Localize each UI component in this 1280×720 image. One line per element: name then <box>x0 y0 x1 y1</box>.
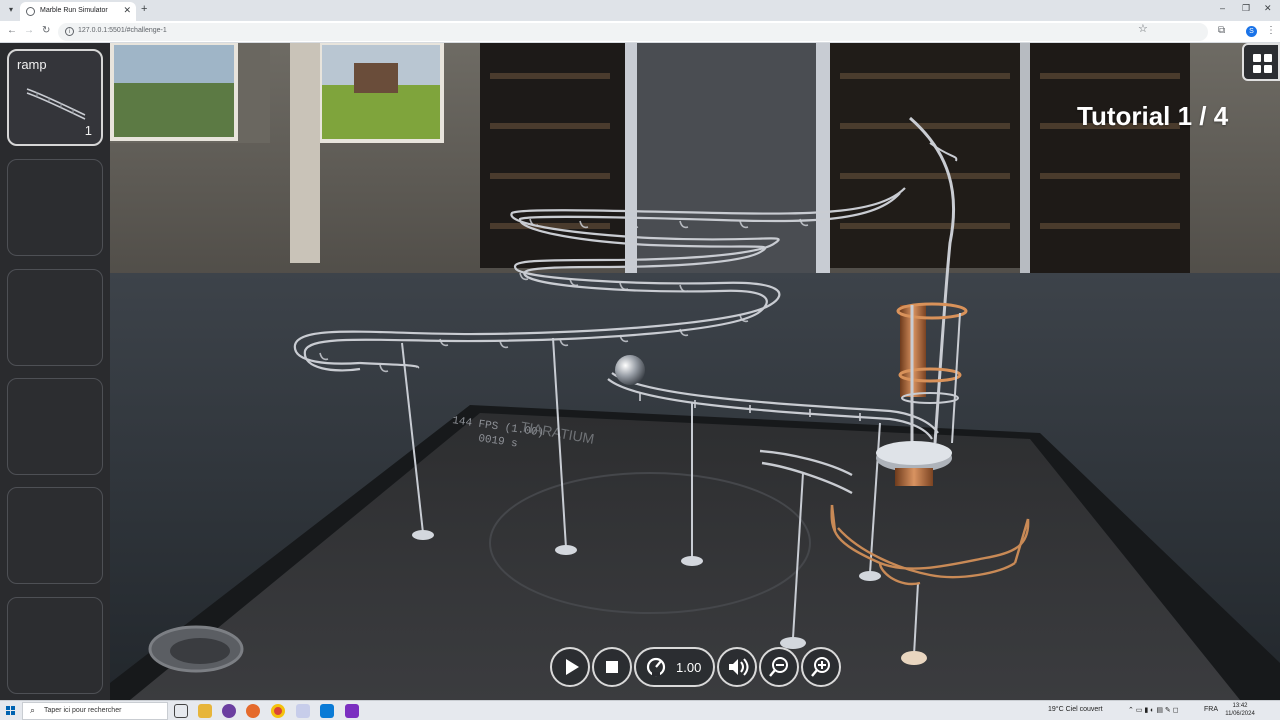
speed-button[interactable]: 1.00 <box>634 647 715 687</box>
windows-taskbar: ⌕ Taper ici pour rechercher 19°C Ciel co… <box>0 700 1280 720</box>
search-icon: ⌕ <box>30 705 36 715</box>
simulation-viewport[interactable]: 144 FPS (1.00) 0019 s TIARATIUM Tutorial… <box>0 43 1280 700</box>
speed-value: 1.00 <box>676 660 702 675</box>
weather-text[interactable]: 19°C Ciel couvert <box>1048 706 1103 713</box>
window-close-icon[interactable]: ✕ <box>1264 3 1272 14</box>
browser-toolbar: ← → ↻ i 127.0.0.1:5501/#challenge-1 ☆ ⧉ … <box>0 21 1280 43</box>
extensions-icon[interactable]: ⧉ <box>1218 25 1225 36</box>
bookmark-star-icon[interactable]: ☆ <box>1138 22 1148 35</box>
site-info-icon[interactable]: i <box>65 27 74 36</box>
language-indicator[interactable]: FRA <box>1204 706 1218 713</box>
address-bar[interactable]: i 127.0.0.1:5501/#challenge-1 <box>58 23 1208 41</box>
clock-date: 11/06/2024 <box>1225 711 1255 717</box>
reload-icon[interactable]: ↻ <box>42 25 50 36</box>
part-slot-empty[interactable] <box>7 269 103 366</box>
parts-sidebar: ramp 1 <box>0 43 110 700</box>
clock[interactable]: 13:42 11/06/2024 <box>1220 702 1260 718</box>
tab-title: Marble Run Simulator <box>40 7 108 14</box>
speaker-icon <box>729 658 749 676</box>
close-tab-icon[interactable]: ✕ <box>123 5 131 16</box>
new-tab-icon[interactable]: + <box>141 3 147 15</box>
stop-button[interactable] <box>592 647 632 687</box>
task-view-icon[interactable] <box>174 704 188 718</box>
search-placeholder: Taper ici pour rechercher <box>44 707 122 714</box>
grid-menu-button[interactable] <box>1242 43 1280 81</box>
part-slot-empty[interactable] <box>7 597 103 694</box>
app-icon[interactable] <box>345 704 359 718</box>
url-text: 127.0.0.1:5501/#challenge-1 <box>78 27 167 34</box>
windows-start-icon[interactable] <box>6 706 16 716</box>
marble-run-scene: 144 FPS (1.00) 0019 s TIARATIUM <box>0 43 1280 700</box>
app-icon[interactable] <box>222 704 236 718</box>
file-explorer-icon[interactable] <box>198 704 212 718</box>
browser-tab[interactable]: Marble Run Simulator ✕ <box>20 2 136 21</box>
part-slot-empty[interactable] <box>7 487 103 584</box>
profile-avatar[interactable]: S <box>1246 26 1257 37</box>
app-icon[interactable] <box>296 704 310 718</box>
part-slot-empty[interactable] <box>7 159 103 256</box>
globe-icon <box>26 7 35 16</box>
part-slot-empty[interactable] <box>7 378 103 475</box>
stop-icon <box>606 661 618 673</box>
part-slot-ramp[interactable]: ramp 1 <box>7 49 103 146</box>
back-icon[interactable]: ← <box>7 25 17 36</box>
chrome-icon[interactable] <box>271 704 285 718</box>
browser-tab-strip: ▾ Marble Run Simulator ✕ + – ❐ ✕ <box>0 0 1280 21</box>
clock-time: 13:42 <box>1232 703 1248 709</box>
zoom-in-button[interactable] <box>801 647 841 687</box>
vscode-icon[interactable] <box>320 704 334 718</box>
zoom-in-icon <box>811 657 830 677</box>
sound-button[interactable] <box>717 647 757 687</box>
tab-search-icon[interactable]: ▾ <box>4 3 18 17</box>
part-name: ramp <box>17 57 47 72</box>
marble <box>615 355 645 385</box>
tutorial-progress: Tutorial 1 / 4 <box>1077 101 1229 131</box>
tray-icons[interactable]: ⌃ ▭ ▮ ◐ ▤ ✎ ◻ <box>1128 706 1179 714</box>
ramp-thumbnail <box>26 88 86 120</box>
part-count: 1 <box>84 123 92 138</box>
speedometer-icon <box>646 657 666 677</box>
browser-menu-icon[interactable]: ⋮ <box>1266 25 1276 36</box>
zoom-out-button[interactable] <box>759 647 799 687</box>
restore-icon[interactable]: ❐ <box>1242 3 1250 14</box>
minimize-icon[interactable]: – <box>1220 3 1225 13</box>
taskbar-search[interactable]: ⌕ Taper ici pour rechercher <box>22 702 168 720</box>
play-icon <box>566 659 579 675</box>
forward-icon[interactable]: → <box>24 25 34 36</box>
grid-icon <box>1253 54 1261 62</box>
zoom-out-icon <box>769 657 788 677</box>
firefox-icon[interactable] <box>246 704 260 718</box>
play-button[interactable] <box>550 647 590 687</box>
